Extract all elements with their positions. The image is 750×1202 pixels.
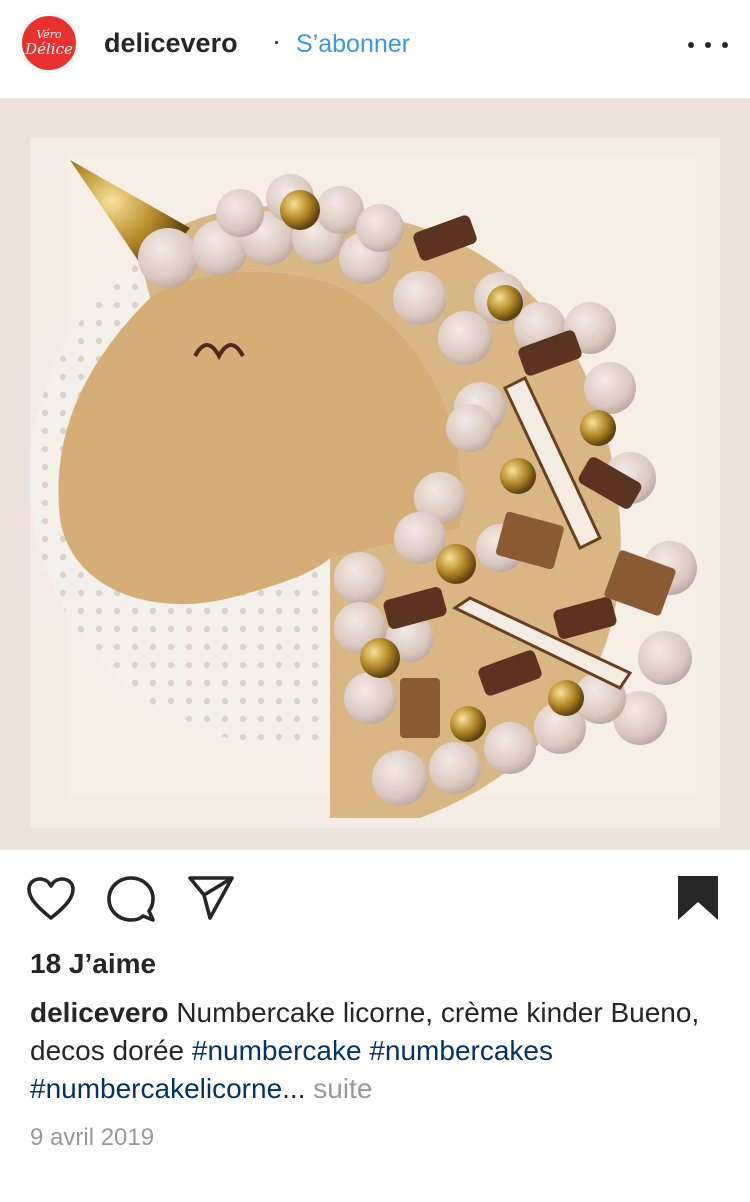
- hashtag-link[interactable]: #numbercakelicorne: [30, 1073, 282, 1104]
- hashtag-link[interactable]: #numbercake: [192, 1035, 362, 1066]
- likes-count[interactable]: 18 J’aime: [30, 948, 156, 980]
- hashtag-link[interactable]: #numbercakes: [369, 1035, 553, 1066]
- more-options-icon[interactable]: [688, 30, 728, 60]
- username-link[interactable]: delicevero: [104, 28, 238, 59]
- avatar-text-top: Véro: [36, 28, 62, 41]
- action-bar: [0, 850, 750, 950]
- heart-icon[interactable]: [26, 876, 76, 922]
- cake-photo-illustration: [0, 98, 750, 850]
- post-caption: delicevero Numbercake licorne, crème kin…: [30, 994, 720, 1108]
- post-date: 9 avril 2019: [30, 1124, 155, 1151]
- share-icon[interactable]: [186, 874, 236, 922]
- comment-icon[interactable]: [106, 874, 156, 924]
- bookmark-icon[interactable]: [676, 874, 720, 922]
- post-header: Véro Délice delicevero · S’abonner: [0, 0, 750, 98]
- avatar-text-bottom: Délice: [25, 40, 73, 58]
- separator-dot: ·: [272, 26, 281, 56]
- more-caption-link[interactable]: suite: [313, 1073, 372, 1104]
- post-image[interactable]: [0, 98, 750, 850]
- follow-button[interactable]: S’abonner: [296, 30, 410, 59]
- caption-username[interactable]: delicevero: [30, 997, 169, 1028]
- avatar[interactable]: Véro Délice: [20, 14, 78, 72]
- caption-ellipsis: ...: [282, 1073, 306, 1104]
